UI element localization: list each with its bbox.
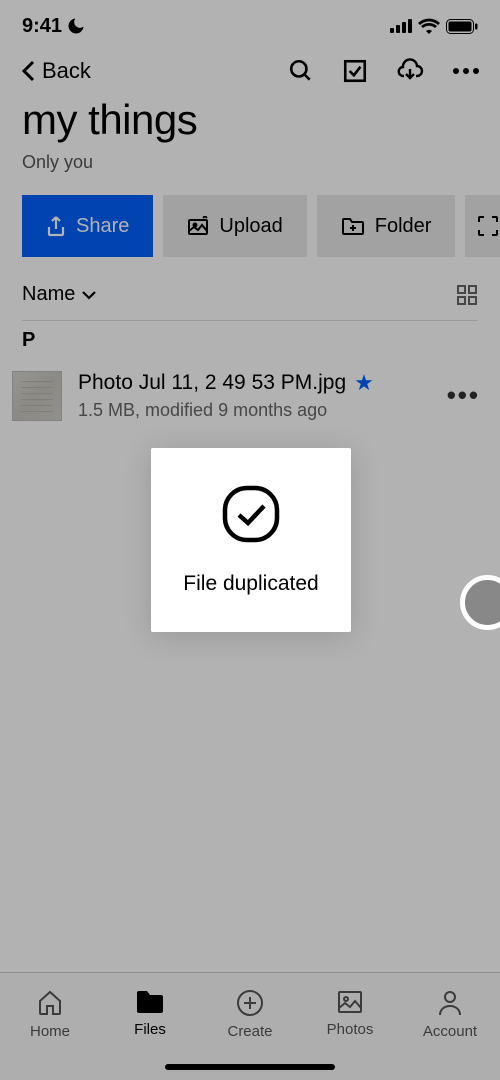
toast-message: File duplicated xyxy=(183,572,318,596)
toast: File duplicated xyxy=(151,448,351,632)
home-indicator[interactable] xyxy=(165,1064,335,1070)
check-icon xyxy=(219,482,283,546)
